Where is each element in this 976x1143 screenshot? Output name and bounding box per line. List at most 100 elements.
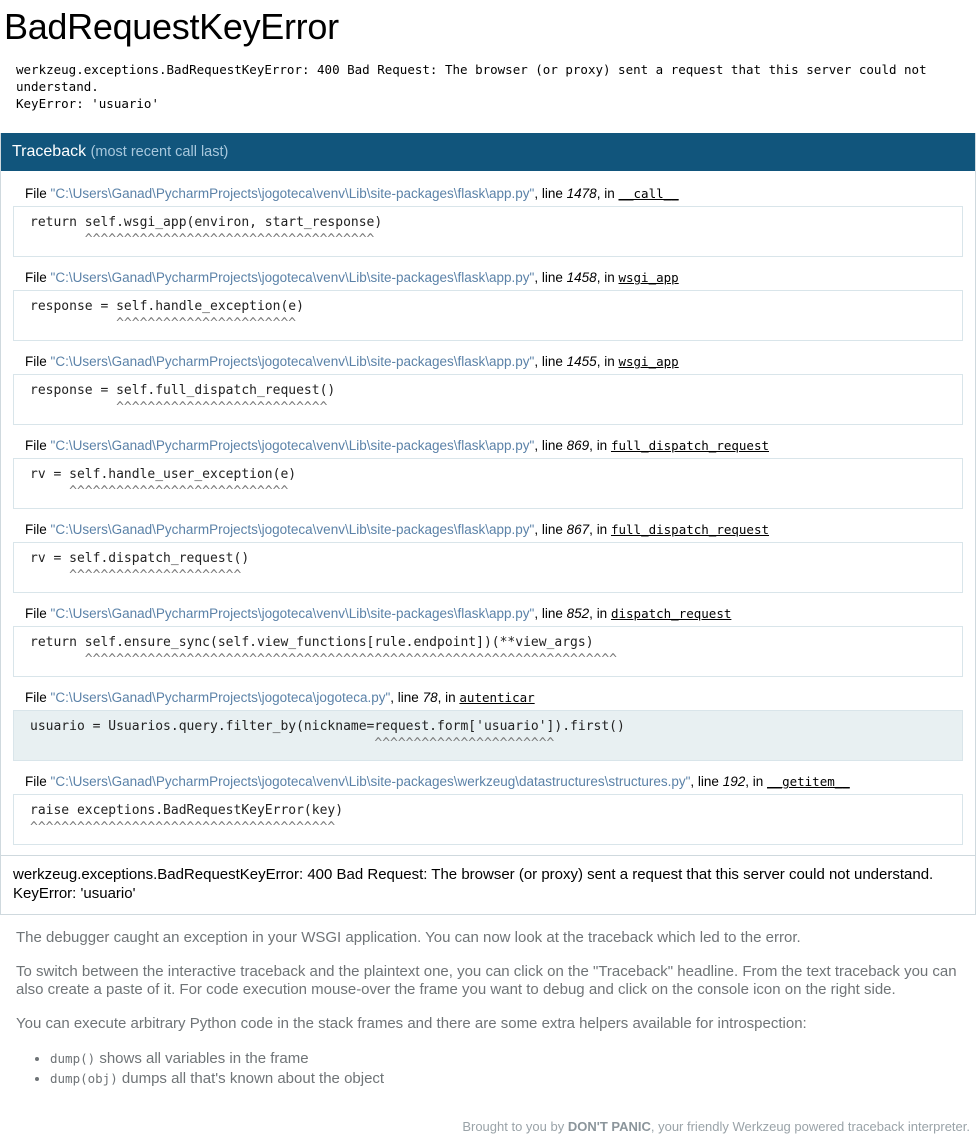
frame-filename[interactable]: "C:\Users\Ganad\PycharmProjects\jogoteca… xyxy=(51,522,535,537)
frame-line-keyword: line xyxy=(541,354,563,370)
frame-filename[interactable]: "C:\Users\Ganad\PycharmProjects\jogoteca… xyxy=(51,270,535,285)
frame-function-name: __getitem__ xyxy=(767,774,850,790)
traceback-frame[interactable]: File "C:\Users\Ganad\PycharmProjects\jog… xyxy=(13,267,963,342)
frame-lineno: 867 xyxy=(566,522,590,538)
frame-lineno: 852 xyxy=(566,606,590,622)
explanation-section: The debugger caught an exception in your… xyxy=(0,929,976,1088)
frame-in-keyword: in xyxy=(596,606,608,622)
frame-source-carets: ^^^^^^^^^^^^^^^^^^^^^^ xyxy=(30,568,242,584)
traceback-headline-title: Traceback xyxy=(12,143,87,161)
frame-lineno: 1455 xyxy=(566,354,597,370)
frame-line-keyword: line xyxy=(541,606,563,622)
debugger-page: BadRequestKeyError werkzeug.exceptions.B… xyxy=(0,0,976,1143)
helper-list-item: dump(obj) dumps all that's known about t… xyxy=(50,1069,966,1088)
traceback-frame[interactable]: File "C:\Users\Ganad\PycharmProjects\jog… xyxy=(13,351,963,426)
traceback-headline[interactable]: Traceback (most recent call last) xyxy=(1,133,975,172)
frame-line-keyword: line xyxy=(541,438,563,454)
footer-brand: DON'T PANIC xyxy=(567,1119,651,1135)
frame-source-carets: ^^^^^^^^^^^^^^^^^^^^^^^ xyxy=(30,316,297,332)
explanation-paragraph-2: To switch between the interactive traceb… xyxy=(16,963,957,999)
helper-text: dumps all that's known about the object xyxy=(117,1070,385,1088)
frame-function-name: autenticar xyxy=(459,690,535,706)
explanation-paragraph-1: The debugger caught an exception in your… xyxy=(16,929,801,947)
frame-source-pre: rv = self.handle_user_exception(e) ^^^^^… xyxy=(30,466,952,500)
frame-filename[interactable]: "C:\Users\Ganad\PycharmProjects\jogoteca… xyxy=(51,690,391,705)
frame-filename[interactable]: "C:\Users\Ganad\PycharmProjects\jogoteca… xyxy=(51,186,535,201)
frame-source-pre: response = self.handle_exception(e) ^^^^… xyxy=(30,298,952,332)
frame-lineno: 192 xyxy=(722,774,746,790)
frame-source-line: response = self.full_dispatch_request() xyxy=(30,383,336,399)
frame-file-keyword: File xyxy=(25,438,47,454)
frame-source-pre: return self.wsgi_app(environ, start_resp… xyxy=(30,214,952,248)
frame-source-carets: ^^^^^^^^^^^^^^^^^^^^^^^^^^^^^^^^^^^^^ xyxy=(30,232,375,248)
helper-list-item: dump() shows all variables in the frame xyxy=(50,1049,966,1068)
frame-in-keyword: in xyxy=(604,354,615,370)
frame-source-carets: ^^^^^^^^^^^^^^^^^^^^^^^^^^^^^^^^^^^^^^^ xyxy=(30,820,336,836)
helper-list: dump() shows all variables in the framed… xyxy=(16,1049,966,1088)
frame-header: File "C:\Users\Ganad\PycharmProjects\jog… xyxy=(25,438,770,454)
frame-function-name: full_dispatch_request xyxy=(610,522,770,538)
frame-source-block: raise exceptions.BadRequestKeyError(key)… xyxy=(13,794,963,846)
frame-line-keyword: line xyxy=(541,186,563,202)
frame-line-keyword: line xyxy=(541,270,563,286)
frame-header: File "C:\Users\Ganad\PycharmProjects\jog… xyxy=(25,270,679,286)
frame-in-keyword: in xyxy=(596,522,608,538)
frame-header: File "C:\Users\Ganad\PycharmProjects\jog… xyxy=(25,690,535,706)
frame-file-keyword: File xyxy=(25,270,47,286)
traceback-frame[interactable]: File "C:\Users\Ganad\PycharmProjects\jog… xyxy=(13,687,963,762)
frame-source-line: return self.wsgi_app(environ, start_resp… xyxy=(30,215,383,231)
traceback-error-summary: werkzeug.exceptions.BadRequestKeyError: … xyxy=(1,855,975,914)
helper-code: dump(obj) xyxy=(50,1071,118,1087)
frame-source-carets: ^^^^^^^^^^^^^^^^^^^^^^^^^^^^ xyxy=(30,484,289,500)
frame-source-pre: raise exceptions.BadRequestKeyError(key)… xyxy=(30,802,952,836)
frame-file-keyword: File xyxy=(25,354,47,370)
explanation-paragraph-3: You can execute arbitrary Python code in… xyxy=(16,1015,807,1033)
frame-source-block: return self.ensure_sync(self.view_functi… xyxy=(13,626,963,678)
frame-filename[interactable]: "C:\Users\Ganad\PycharmProjects\jogoteca… xyxy=(51,606,535,621)
frame-source-line: usuario = Usuarios.query.filter_by(nickn… xyxy=(30,719,625,735)
frame-header: File "C:\Users\Ganad\PycharmProjects\jog… xyxy=(25,774,850,790)
traceback-panel: Traceback (most recent call last) File "… xyxy=(0,133,976,916)
frame-function-name: __call__ xyxy=(618,186,679,202)
frame-source-pre: return self.ensure_sync(self.view_functi… xyxy=(30,634,952,668)
traceback-frame[interactable]: File "C:\Users\Ganad\PycharmProjects\jog… xyxy=(13,183,963,258)
frame-source-line: rv = self.handle_user_exception(e) xyxy=(30,467,297,483)
traceback-frame[interactable]: File "C:\Users\Ganad\PycharmProjects\jog… xyxy=(13,435,963,510)
frame-header: File "C:\Users\Ganad\PycharmProjects\jog… xyxy=(25,522,770,538)
traceback-headline-subtitle: (most recent call last) xyxy=(90,144,229,161)
frame-line-keyword: line xyxy=(541,522,563,538)
frame-source-line: raise exceptions.BadRequestKeyError(key) xyxy=(30,803,344,819)
frame-header: File "C:\Users\Ganad\PycharmProjects\jog… xyxy=(25,186,679,202)
footer-suffix: , your friendly Werkzeug powered traceba… xyxy=(650,1119,970,1135)
frame-line-keyword: line xyxy=(397,690,419,706)
frame-function-name: dispatch_request xyxy=(610,606,732,622)
frame-filename[interactable]: "C:\Users\Ganad\PycharmProjects\jogoteca… xyxy=(51,774,691,789)
frame-source-pre: response = self.full_dispatch_request() … xyxy=(30,382,952,416)
frame-filename[interactable]: "C:\Users\Ganad\PycharmProjects\jogoteca… xyxy=(51,354,535,369)
frame-source-carets: ^^^^^^^^^^^^^^^^^^^^^^^ xyxy=(30,736,555,752)
frame-in-keyword: in xyxy=(604,270,615,286)
frame-source-block: return self.wsgi_app(environ, start_resp… xyxy=(13,206,963,258)
frame-in-keyword: in xyxy=(596,438,608,454)
frame-file-keyword: File xyxy=(25,186,47,202)
traceback-frame[interactable]: File "C:\Users\Ganad\PycharmProjects\jog… xyxy=(13,519,963,594)
frame-source-block: usuario = Usuarios.query.filter_by(nickn… xyxy=(13,710,963,762)
frame-source-carets: ^^^^^^^^^^^^^^^^^^^^^^^^^^^ xyxy=(30,400,328,416)
page-footer: Brought to you by DON'T PANIC, your frie… xyxy=(0,1118,976,1143)
frame-filename[interactable]: "C:\Users\Ganad\PycharmProjects\jogoteca… xyxy=(51,438,535,453)
traceback-frame[interactable]: File "C:\Users\Ganad\PycharmProjects\jog… xyxy=(13,603,963,678)
frame-file-keyword: File xyxy=(25,606,47,622)
frame-source-line: rv = self.dispatch_request() xyxy=(30,551,250,567)
frame-source-carets: ^^^^^^^^^^^^^^^^^^^^^^^^^^^^^^^^^^^^^^^^… xyxy=(30,652,617,668)
helper-text: shows all variables in the frame xyxy=(95,1050,309,1068)
page-title: BadRequestKeyError xyxy=(4,6,339,47)
helper-code: dump() xyxy=(50,1051,96,1067)
frame-header: File "C:\Users\Ganad\PycharmProjects\jog… xyxy=(25,606,732,622)
frame-lineno: 869 xyxy=(566,438,590,454)
traceback-frame[interactable]: File "C:\Users\Ganad\PycharmProjects\jog… xyxy=(13,771,963,846)
frame-lineno: 1458 xyxy=(566,270,597,286)
traceback-frame-list: File "C:\Users\Ganad\PycharmProjects\jog… xyxy=(1,171,975,846)
footer-prefix: Brought to you by xyxy=(462,1119,568,1135)
frame-file-keyword: File xyxy=(25,522,47,538)
frame-source-block: rv = self.handle_user_exception(e) ^^^^^… xyxy=(13,458,963,510)
